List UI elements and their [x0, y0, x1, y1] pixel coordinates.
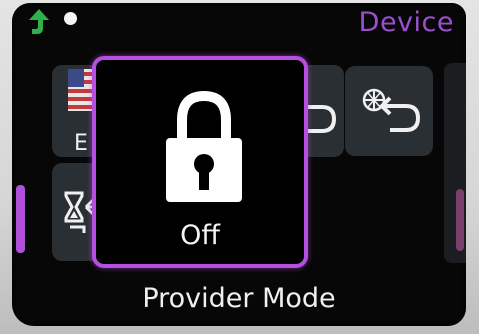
- scroll-indicator-right: [456, 189, 464, 251]
- device-screen: Device E Off Provider Mode: [12, 3, 466, 326]
- reset-icon: [362, 88, 421, 132]
- provider-mode-popup[interactable]: Off: [92, 56, 308, 268]
- lock-icon: [166, 90, 242, 202]
- language-label: E: [74, 131, 88, 156]
- status-dot: [64, 12, 77, 25]
- scroll-indicator-left: [16, 185, 25, 253]
- page-title: Device: [358, 7, 454, 38]
- lock-state-label: Off: [180, 220, 220, 251]
- back-arrow-icon[interactable]: [28, 8, 50, 36]
- mode-label: Provider Mode: [142, 283, 336, 314]
- top-bar: Device: [12, 3, 466, 43]
